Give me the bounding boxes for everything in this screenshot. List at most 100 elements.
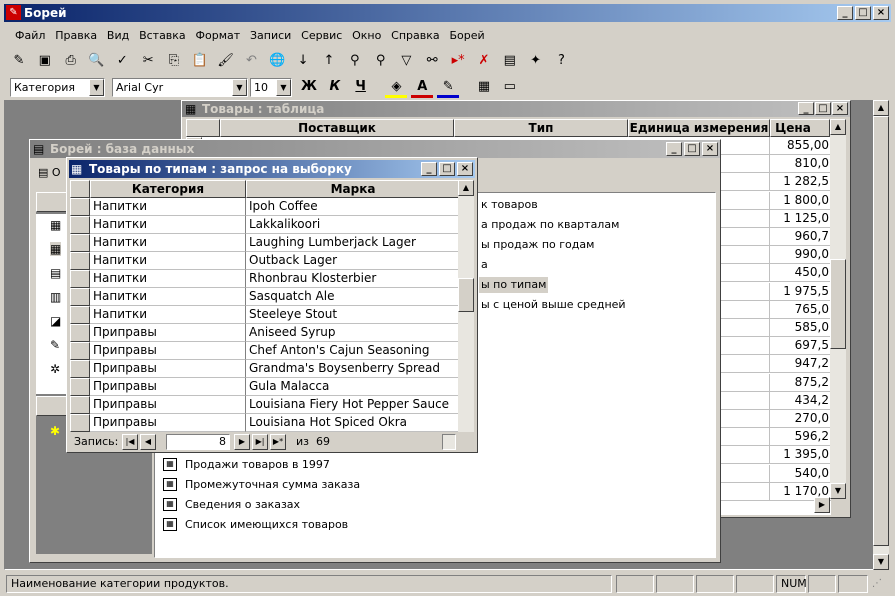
row-selector[interactable] (70, 414, 90, 432)
design-view-icon[interactable]: ✎ (8, 50, 30, 72)
category-cell[interactable]: Напитки (90, 234, 246, 252)
format-painter-icon[interactable]: 🖌 (215, 50, 237, 72)
delete-record-icon[interactable]: ✗ (473, 50, 495, 72)
brand-cell[interactable]: Lakkalikoori (246, 216, 460, 234)
scroll-down-icon[interactable]: ▼ (830, 483, 846, 499)
scroll-right-icon[interactable]: ▶ (814, 497, 830, 513)
table-scrollbar[interactable]: ▲ ▼ (830, 119, 846, 499)
minimize-button[interactable]: _ (666, 142, 682, 156)
tables-icon[interactable]: ▦ (50, 218, 61, 232)
price-cell[interactable]: 450,0 (770, 264, 831, 283)
row-selector[interactable] (70, 198, 90, 216)
row-selector[interactable] (70, 306, 90, 324)
font-combo[interactable]: Arial Cyr ▼ (112, 78, 248, 97)
category-cell[interactable]: Приправы (90, 342, 246, 360)
filter-form-icon[interactable]: ⚲ (370, 50, 392, 72)
row-selector[interactable] (70, 216, 90, 234)
gridlines-icon[interactable]: ▦ (473, 76, 495, 98)
menu-window[interactable]: Окно (349, 26, 384, 46)
query-list-item[interactable]: ▦ Продажи товаров в 1997 (161, 457, 330, 473)
brand-cell[interactable]: Louisiana Hot Spiced Okra (246, 414, 460, 432)
price-cell[interactable]: 855,00 (770, 137, 831, 155)
favorites-icon[interactable]: ✱ (50, 424, 60, 438)
scroll-up-icon[interactable]: ▲ (830, 119, 846, 135)
query-list-item[interactable]: ▦ Список имеющихся товаров (161, 517, 348, 533)
scroll-thumb[interactable] (873, 116, 889, 546)
row-selector[interactable] (70, 252, 90, 270)
scroll-thumb[interactable] (830, 259, 846, 349)
query-list-item[interactable]: ы с ценой выше средней (479, 297, 628, 313)
price-cell[interactable]: 270,0 (770, 410, 831, 428)
price-cell[interactable]: 1 800,0 (770, 192, 831, 210)
row-selector[interactable] (70, 324, 90, 342)
chevron-down-icon[interactable]: ▼ (276, 79, 291, 96)
new-record-nav-icon[interactable]: ▶* (270, 434, 286, 450)
category-cell[interactable]: Приправы (90, 378, 246, 396)
price-cell[interactable]: 585,0 (770, 319, 831, 337)
bold-button[interactable]: Ж (298, 76, 320, 98)
current-record-field[interactable]: 8 (166, 434, 230, 450)
cut-icon[interactable]: ✂ (137, 50, 159, 72)
corner-selector[interactable] (186, 119, 220, 137)
category-cell[interactable]: Напитки (90, 306, 246, 324)
corner-selector[interactable] (70, 180, 90, 198)
menu-insert[interactable]: Вставка (136, 26, 189, 46)
forms-icon[interactable]: ▤ (50, 266, 61, 280)
menu-format[interactable]: Формат (193, 26, 244, 46)
category-cell[interactable]: Приправы (90, 414, 246, 432)
copy-icon[interactable]: ⎘ (163, 50, 185, 72)
last-record-icon[interactable]: ▶| (252, 434, 268, 450)
brand-cell[interactable]: Outback Lager (246, 252, 460, 270)
brand-cell[interactable]: Grandma's Boysenberry Spread (246, 360, 460, 378)
find-icon[interactable]: ⚯ (421, 50, 443, 72)
row-selector[interactable] (70, 342, 90, 360)
undo-icon[interactable]: ↶ (240, 50, 262, 72)
row-selector[interactable] (70, 270, 90, 288)
brand-cell[interactable]: Gula Malacca (246, 378, 460, 396)
category-cell[interactable]: Приправы (90, 324, 246, 342)
italic-button[interactable]: К (324, 76, 346, 98)
query-list-item[interactable]: а (479, 257, 490, 273)
price-cell[interactable]: 810,0 (770, 155, 831, 174)
font-color-icon[interactable]: A (411, 76, 434, 98)
price-cell[interactable]: 1 125,0 (770, 210, 831, 228)
spelling-icon[interactable]: ✓ (111, 50, 133, 72)
col-header-brand[interactable]: Марка (246, 180, 460, 198)
brand-cell[interactable]: Chef Anton's Cajun Seasoning (246, 342, 460, 360)
close-button[interactable]: × (457, 162, 473, 176)
reports-icon[interactable]: ▥ (50, 290, 61, 304)
price-cell[interactable]: 1 395,0 (770, 446, 831, 465)
price-cell[interactable]: 875,2 (770, 374, 831, 392)
row-selector[interactable] (70, 288, 90, 306)
price-cell[interactable]: 697,5 (770, 337, 831, 356)
category-cell[interactable]: Приправы (90, 396, 246, 414)
menu-tools[interactable]: Сервис (298, 26, 345, 46)
price-cell[interactable]: 434,2 (770, 392, 831, 410)
brand-cell[interactable]: Laughing Lumberjack Lager (246, 234, 460, 252)
col-header-unit[interactable]: Единица измерения (628, 119, 770, 137)
paste-icon[interactable]: 📋 (189, 50, 211, 72)
col-header-supplier[interactable]: Поставщик (220, 119, 454, 137)
price-cell[interactable]: 765,0 (770, 301, 831, 319)
minimize-button[interactable]: _ (421, 162, 437, 176)
category-cell[interactable]: Напитки (90, 252, 246, 270)
query-list-item[interactable]: к товаров (479, 197, 540, 213)
menu-edit[interactable]: Правка (52, 26, 100, 46)
price-cell[interactable]: 540,0 (770, 465, 831, 483)
price-cell[interactable]: 960,7 (770, 228, 831, 246)
next-record-icon[interactable]: ▶ (234, 434, 250, 450)
minimize-button[interactable]: _ (798, 102, 814, 115)
resize-grip-icon[interactable]: ⋰ (872, 578, 882, 589)
save-icon[interactable]: ▣ (34, 50, 56, 72)
category-cell[interactable]: Напитки (90, 288, 246, 306)
macros-icon[interactable]: ✎ (50, 338, 60, 352)
scroll-thumb[interactable] (458, 278, 474, 312)
brand-cell[interactable]: Louisiana Fiery Hot Pepper Sauce (246, 396, 460, 414)
scroll-up-icon[interactable]: ▲ (873, 100, 889, 116)
category-cell[interactable]: Напитки (90, 216, 246, 234)
database-window-icon[interactable]: ▤ (499, 50, 521, 72)
underline-button[interactable]: Ч (350, 76, 372, 98)
size-combo[interactable]: 10 ▼ (250, 78, 292, 97)
maximize-button[interactable]: □ (815, 102, 831, 115)
row-selector[interactable] (70, 360, 90, 378)
